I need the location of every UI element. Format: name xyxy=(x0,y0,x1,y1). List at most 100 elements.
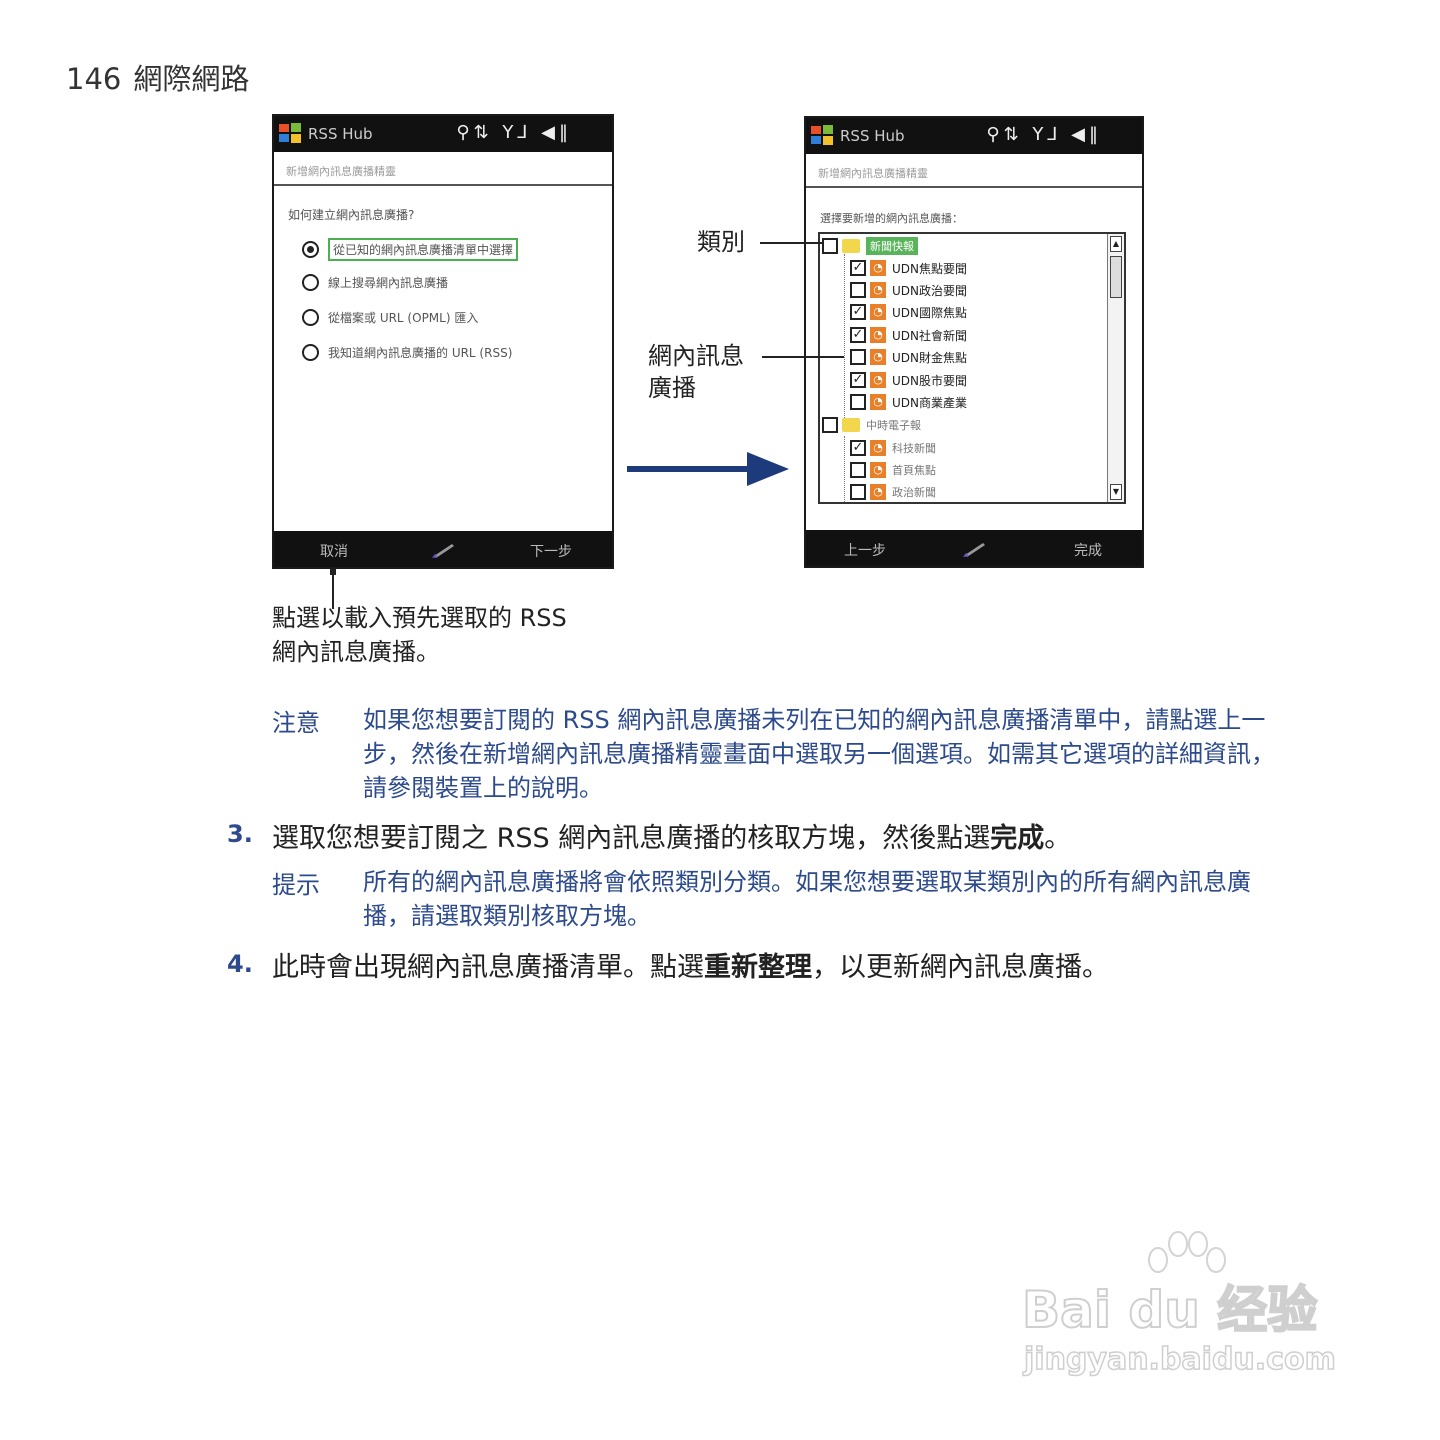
feed-label: 政治新聞 xyxy=(892,486,936,499)
rss-icon: ◔ xyxy=(870,484,886,500)
feed-checkbox-checked[interactable]: ✓ xyxy=(850,372,866,388)
radio-option-import-opml[interactable]: 從檔案或 URL (OPML) 匯入 xyxy=(302,309,478,326)
input-panel-icon[interactable] xyxy=(961,537,987,559)
step-4-text-after: ，以更新網內訊息廣播。 xyxy=(812,952,1109,983)
step-4-text: 此時會出現網內訊息廣播清單。點選重新整理，以更新網內訊息廣播。 xyxy=(272,945,1109,984)
rss-icon: ◔ xyxy=(870,462,886,478)
windows-start-icon[interactable] xyxy=(810,124,834,146)
radio-button[interactable] xyxy=(302,309,319,326)
feed-checkbox-checked[interactable]: ✓ xyxy=(850,327,866,343)
feed-item[interactable]: ◔ UDN政治要聞 xyxy=(850,280,967,300)
step-3-text: 選取您想要訂閱之 RSS 網內訊息廣播的核取方塊，然後點選完成。 xyxy=(272,816,1071,855)
finish-button[interactable]: 完成 xyxy=(1074,540,1102,560)
rss-icon: ◔ xyxy=(870,440,886,456)
right-phone-screenshot: RSS Hub ⚲⇅ Y⅃ ◀‖ 新增網內訊息廣播精靈 選擇要新增的網內訊息廣播… xyxy=(804,116,1144,568)
soft-key-bar: 取消 下一步 xyxy=(274,531,612,567)
left-phone-screenshot: RSS Hub ⚲⇅ Y⅃ ◀‖ 新增網內訊息廣播精靈 如何建立網內訊息廣播? … xyxy=(272,114,614,569)
rss-icon: ◔ xyxy=(870,304,886,320)
step-4-text-before: 此時會出現網內訊息廣播清單。點選 xyxy=(272,952,704,983)
baidu-watermark: Bai du 经验 jingyan.baidu.com xyxy=(1021,1230,1362,1390)
tip-text: 所有的網內訊息廣播將會依照類別分類。如果您想要選取某類別內的所有網內訊息廣播，請… xyxy=(363,868,1251,930)
scroll-up-icon[interactable]: ▲ xyxy=(1110,236,1122,252)
callout-feed-line2: 廣播 xyxy=(648,374,696,402)
chapter-title: 網際網路 xyxy=(133,62,250,96)
radio-option-known-list[interactable]: 從已知的網內訊息廣播清單中選擇 xyxy=(302,238,519,261)
feed-item[interactable]: ✓ ◔ UDN社會新聞 xyxy=(850,325,967,345)
feed-checkbox-checked[interactable]: ✓ xyxy=(850,440,866,456)
rss-icon: ◔ xyxy=(870,282,886,298)
scroll-down-icon[interactable]: ▼ xyxy=(1110,484,1122,500)
scroll-thumb[interactable] xyxy=(1110,256,1122,298)
feed-item[interactable]: ✓ ◔ UDN國際焦點 xyxy=(850,302,967,322)
feed-checkbox-checked[interactable]: ✓ xyxy=(850,304,866,320)
tree-line xyxy=(844,436,845,502)
category-item-news-flash[interactable]: 新聞快報 xyxy=(822,236,918,256)
wizard-subtitle: 新增網內訊息廣播精靈 xyxy=(274,152,612,186)
feed-item[interactable]: ✓ ◔ 科技新聞 xyxy=(850,438,936,458)
back-button[interactable]: 上一步 xyxy=(844,540,886,560)
feed-label: 科技新聞 xyxy=(892,442,936,455)
radio-label: 我知道網內訊息廣播的 URL (RSS) xyxy=(328,346,513,360)
select-prompt: 選擇要新增的網內訊息廣播： xyxy=(820,212,963,225)
app-name: RSS Hub xyxy=(308,125,373,143)
callout-feed: 網內訊息 廣播 xyxy=(648,340,744,404)
callout-feed-line1: 網內訊息 xyxy=(648,342,744,370)
radio-label: 線上搜尋網內訊息廣播 xyxy=(328,276,449,290)
feed-checkbox[interactable] xyxy=(850,349,866,365)
windows-start-icon[interactable] xyxy=(278,122,302,144)
category-label: 新聞快報 xyxy=(866,237,918,255)
feed-item[interactable]: ◔ 首頁焦點 xyxy=(850,460,936,480)
feed-item[interactable]: ◔ UDN商業產業 xyxy=(850,392,967,412)
folder-icon xyxy=(842,418,860,432)
cancel-button[interactable]: 取消 xyxy=(320,541,348,561)
feed-label: UDN焦點要聞 xyxy=(892,261,968,276)
rss-icon: ◔ xyxy=(870,394,886,410)
feed-checkbox[interactable] xyxy=(850,484,866,500)
feed-item[interactable]: ✓ ◔ UDN焦點要聞 xyxy=(850,258,967,278)
wizard-subtitle: 新增網內訊息廣播精靈 xyxy=(806,154,1142,188)
list-scrollbar[interactable]: ▲ ▼ xyxy=(1107,234,1124,502)
feed-label: UDN社會新聞 xyxy=(892,328,968,343)
category-checkbox[interactable] xyxy=(822,238,838,254)
radio-option-search-online[interactable]: 線上搜尋網內訊息廣播 xyxy=(302,274,448,291)
radio-button[interactable] xyxy=(302,344,319,361)
feed-item[interactable]: ◔ UDN財金焦點 xyxy=(850,347,967,367)
wizard-question: 如何建立網內訊息廣播? xyxy=(288,208,415,222)
feed-label: UDN股市要聞 xyxy=(892,373,968,388)
feed-label: UDN商業產業 xyxy=(892,395,968,410)
page-header: 146 網際網路 xyxy=(66,56,249,98)
title-bar: RSS Hub ⚲⇅ Y⅃ ◀‖ xyxy=(274,116,612,152)
callout-tick xyxy=(330,569,336,575)
feed-checkbox-checked[interactable]: ✓ xyxy=(850,260,866,276)
input-panel-icon[interactable] xyxy=(430,538,456,560)
screenshot-caption: 點選以載入預先選取的 RSS 網內訊息廣播。 xyxy=(272,601,567,669)
status-icons[interactable]: ⚲⇅ Y⅃ ◀‖ xyxy=(986,124,1102,145)
next-button[interactable]: 下一步 xyxy=(530,541,572,561)
page-number: 146 xyxy=(66,62,122,96)
folder-icon xyxy=(842,239,860,253)
radio-button[interactable] xyxy=(302,274,319,291)
feed-checkbox[interactable] xyxy=(850,462,866,478)
radio-option-rss-url[interactable]: 我知道網內訊息廣播的 URL (RSS) xyxy=(302,344,512,361)
feed-item[interactable]: ✓ ◔ UDN股市要聞 xyxy=(850,370,967,390)
feed-list[interactable]: 新聞快報 ✓ ◔ UDN焦點要聞 ◔ UDN政治要聞 ✓ ◔ UDN國際焦點 ✓ ◔ … xyxy=(818,232,1126,504)
feed-checkbox[interactable] xyxy=(850,394,866,410)
tip-label: 提示 xyxy=(272,871,320,899)
feed-label: UDN財金焦點 xyxy=(892,350,968,365)
step-4-number: 4. xyxy=(227,950,253,978)
rss-icon: ◔ xyxy=(870,349,886,365)
category-checkbox[interactable] xyxy=(822,417,838,433)
rss-icon: ◔ xyxy=(870,372,886,388)
note-text: 如果您想要訂閱的 RSS 網內訊息廣播未列在已知的網內訊息廣播清單中，請點選上一… xyxy=(363,706,1275,802)
status-icons[interactable]: ⚲⇅ Y⅃ ◀‖ xyxy=(456,122,572,143)
callout-category: 類別 xyxy=(697,228,745,256)
radio-button[interactable] xyxy=(302,241,319,258)
feed-checkbox[interactable] xyxy=(850,282,866,298)
feed-item[interactable]: ◔ 政治新聞 xyxy=(850,482,936,502)
soft-key-bar: 上一步 完成 xyxy=(806,530,1142,566)
title-bar: RSS Hub ⚲⇅ Y⅃ ◀‖ xyxy=(806,118,1142,154)
callout-category-line xyxy=(760,242,822,244)
category-item-chinatimes[interactable]: 中時電子報 xyxy=(822,415,921,435)
rss-icon: ◔ xyxy=(870,327,886,343)
step-3-bold: 完成 xyxy=(990,823,1045,854)
